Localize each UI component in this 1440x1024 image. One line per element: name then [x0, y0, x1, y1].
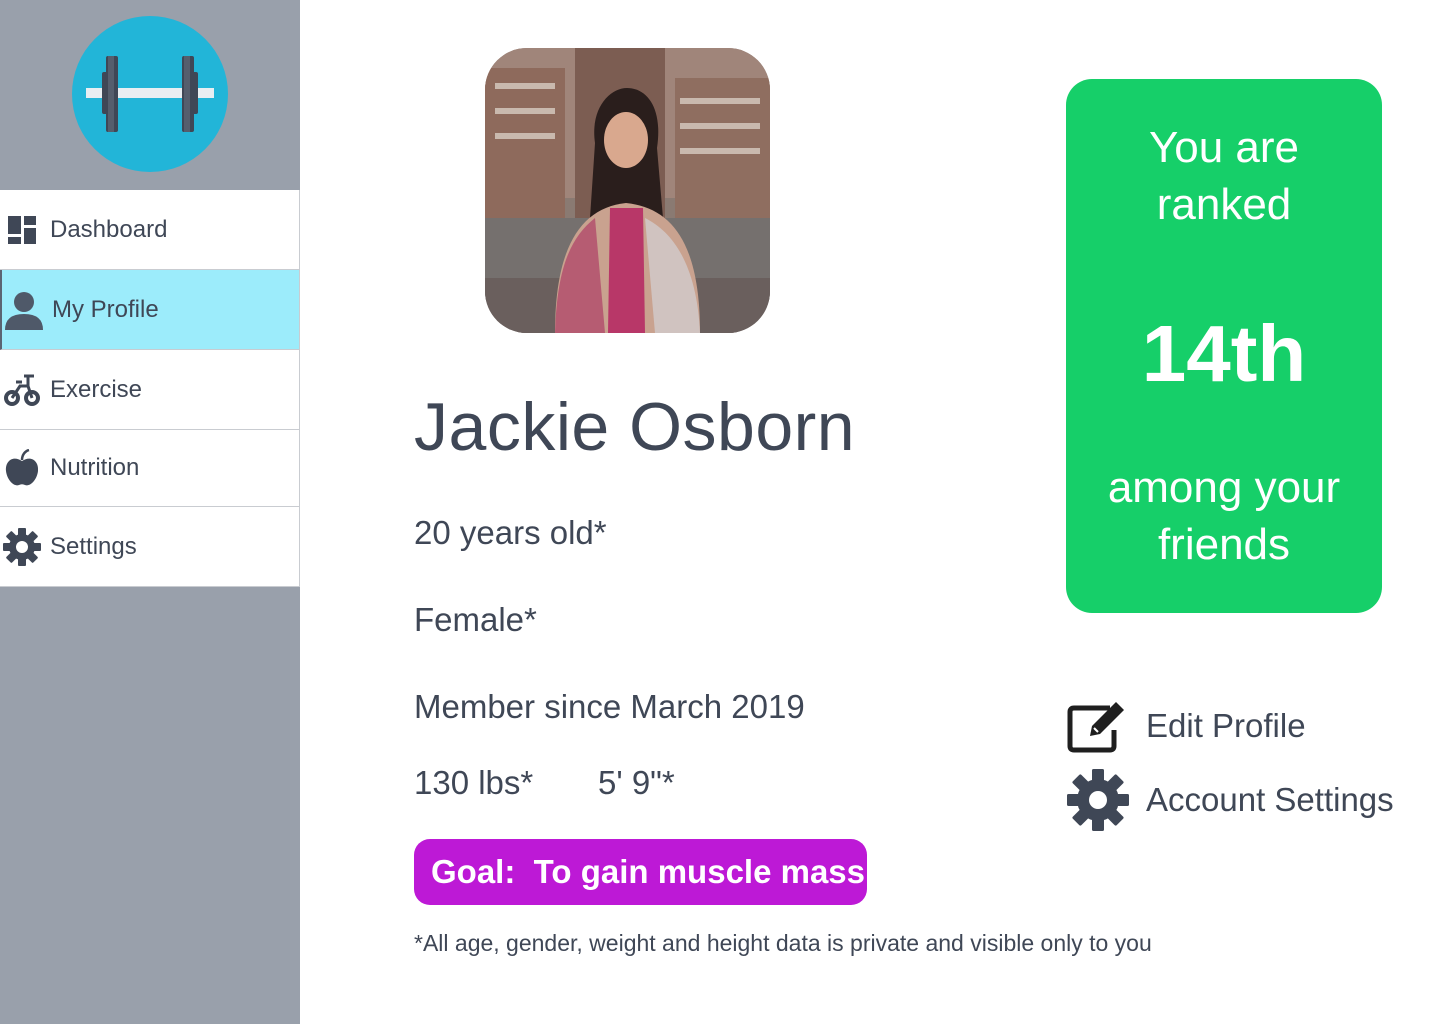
sidebar-item-label: Nutrition — [50, 454, 140, 481]
edit-profile-label: Edit Profile — [1146, 707, 1306, 744]
sidebar-item-exercise[interactable]: Exercise — [0, 350, 300, 430]
rank-card: You are ranked 14th among your friends — [1066, 79, 1382, 613]
sidebar-item-dashboard[interactable]: Dashboard — [0, 190, 300, 270]
sidebar: Dashboard My Profile Exercise Nutrition … — [0, 0, 300, 1024]
rank-line-3: among your — [1107, 463, 1341, 512]
profile-age: 20 years old* — [414, 514, 607, 551]
rank-value: 14th — [1141, 309, 1307, 398]
rank-intro: You are ranked — [1066, 119, 1382, 233]
sidebar-item-label: Settings — [50, 532, 137, 560]
profile-photo — [485, 48, 770, 333]
profile-name: Jackie Osborn — [414, 389, 856, 465]
gear-icon — [2, 527, 42, 567]
rank-outro: among your friends — [1066, 459, 1382, 573]
privacy-footnote: *All age, gender, weight and height data… — [414, 930, 1152, 956]
edit-profile-button[interactable]: Edit Profile — [1066, 694, 1306, 758]
bike-icon — [2, 370, 42, 410]
sidebar-item-label: Exercise — [50, 375, 143, 403]
profile-gender: Female* — [414, 601, 537, 638]
edit-icon — [1066, 694, 1130, 758]
rank-line-2: ranked — [1156, 180, 1292, 229]
profile-member-since: Member since March 2019 — [414, 688, 805, 725]
user-icon — [4, 290, 44, 330]
goal-badge: Goal: To gain muscle mass — [414, 839, 867, 905]
sidebar-item-nutrition[interactable]: Nutrition — [0, 430, 300, 507]
dumbbell-icon — [86, 56, 214, 132]
rank-line-1: You are — [1148, 123, 1300, 172]
sidebar-item-label: My Profile — [52, 295, 159, 323]
app-logo[interactable] — [72, 16, 228, 172]
account-settings-button[interactable]: Account Settings — [1066, 768, 1394, 832]
dashboard-icon — [2, 210, 42, 250]
apple-icon — [2, 448, 42, 488]
goal-text: Goal: To gain muscle mass — [431, 853, 866, 890]
gear-icon — [1066, 768, 1130, 832]
profile-weight: 130 lbs* — [414, 764, 534, 801]
rank-line-4: friends — [1157, 520, 1291, 569]
sidebar-item-my-profile[interactable]: My Profile — [0, 270, 300, 350]
sidebar-item-settings[interactable]: Settings — [0, 507, 300, 587]
logo-area — [0, 0, 300, 190]
sidebar-item-label: Dashboard — [50, 215, 168, 243]
profile-height: 5' 9"* — [598, 764, 675, 801]
account-settings-label: Account Settings — [1146, 781, 1394, 818]
sidebar-nav: Dashboard My Profile Exercise Nutrition … — [0, 190, 300, 587]
